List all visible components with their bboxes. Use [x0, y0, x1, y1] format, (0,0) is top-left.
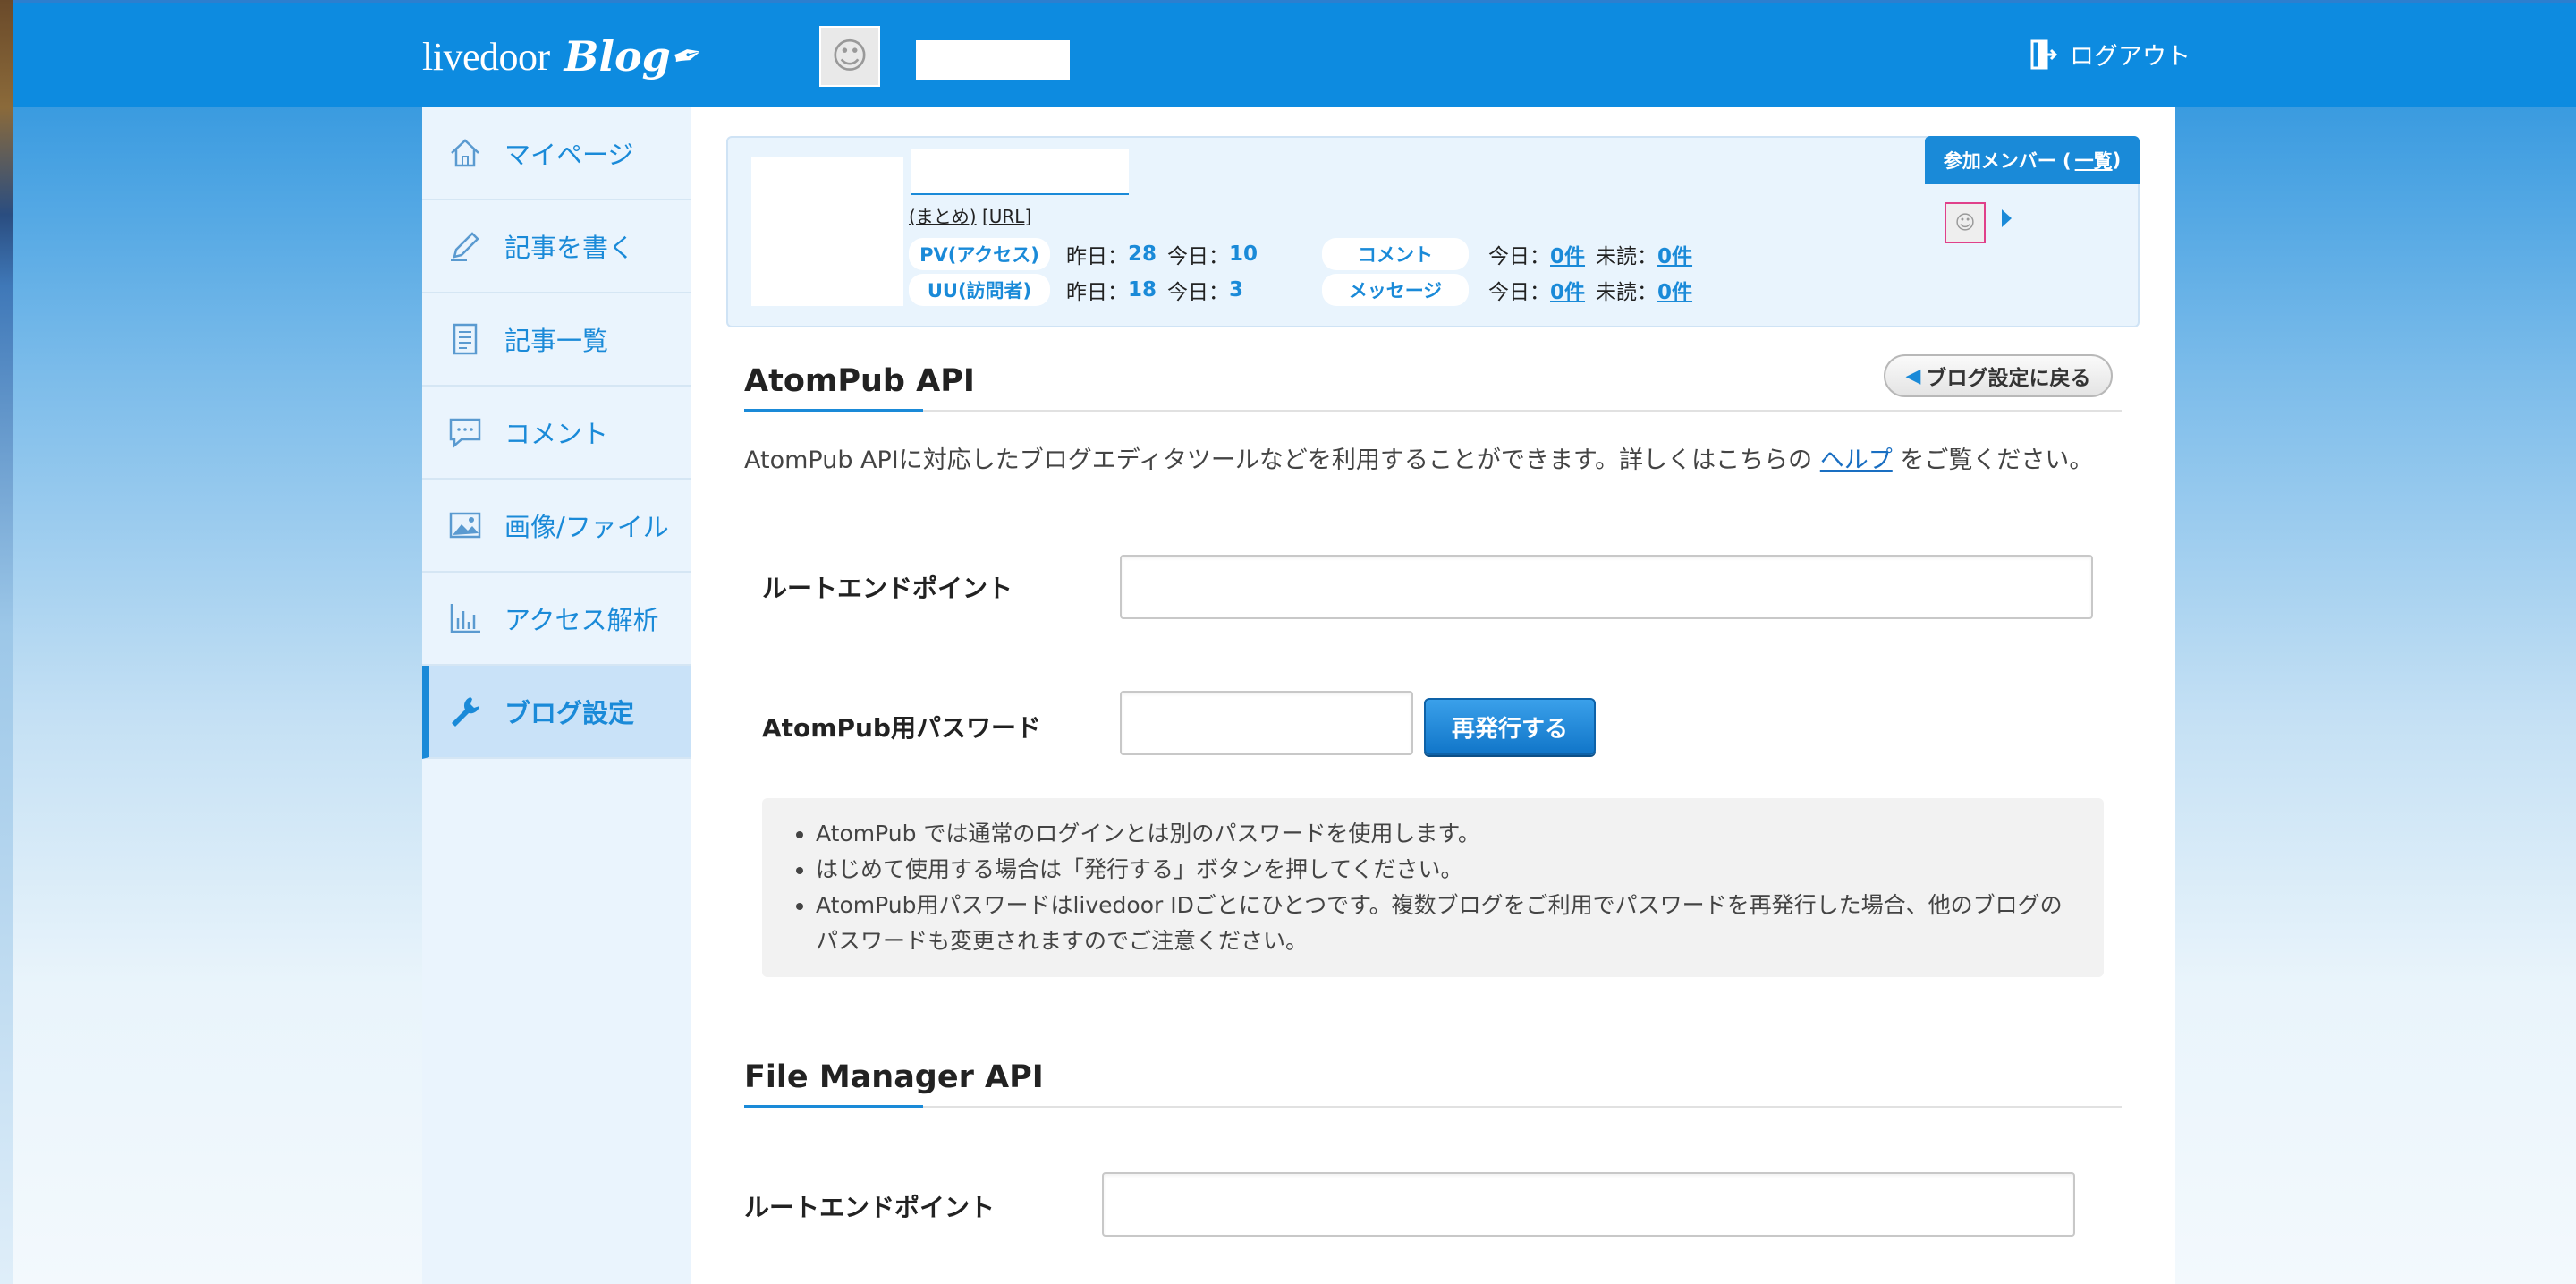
uu-label: UU(訪問者): [909, 274, 1050, 306]
note-item: AtomPub用パスワードはlivedoor IDごとにひとつです。複数ブログを…: [816, 888, 2077, 959]
blog-info-box: (まとめ) [URL] PV(アクセス) 昨日： 28 今日： 10 UU(訪問…: [726, 136, 2140, 327]
matome-link[interactable]: (まとめ): [909, 206, 977, 227]
message-label: メッセージ: [1322, 274, 1469, 306]
sidebar-item-write[interactable]: 記事を書く: [422, 200, 691, 293]
message-today-link[interactable]: 0件: [1550, 275, 1585, 305]
blog-thumbnail[interactable]: [751, 157, 903, 306]
uu-yesterday: 18: [1128, 278, 1157, 302]
filemanager-divider: [744, 1105, 2122, 1108]
comment-icon: [445, 412, 485, 452]
comment-label: コメント: [1322, 238, 1469, 270]
home-icon: [445, 133, 485, 173]
uu-stat-row: UU(訪問者) 昨日： 18 今日： 3: [909, 274, 1243, 306]
document-list-icon: [445, 319, 485, 359]
pv-label: PV(アクセス): [909, 238, 1050, 270]
feather-icon: ✒: [667, 32, 708, 81]
note-item: AtomPub では通常のログインとは別のパスワードを使用します。: [816, 816, 2077, 852]
user-avatar[interactable]: ☺: [819, 26, 880, 87]
atompub-root-endpoint-field[interactable]: [1120, 555, 2093, 619]
comment-stat-row: コメント 今日： 0件 未読： 0件: [1322, 238, 1692, 270]
filemanager-root-endpoint-label: ルートエンドポイント: [744, 1193, 996, 1222]
logout-icon: [2030, 38, 2058, 71]
sidebar-item-articles[interactable]: 記事一覧: [422, 293, 691, 387]
atompub-title: AtomPub API: [744, 363, 975, 399]
sidebar-item-analytics[interactable]: アクセス解析: [422, 573, 691, 666]
bar-chart-icon: [445, 599, 485, 638]
url-link[interactable]: [URL]: [982, 206, 1031, 227]
pv-yesterday: 28: [1128, 242, 1157, 266]
sidebar: マイページ 記事を書く 記事一覧 コメント 画像/ファイル アクセス解析 ブログ…: [422, 107, 691, 1284]
atompub-password-label: AtomPub用パスワード: [762, 713, 1041, 743]
atompub-description: AtomPub APIに対応したブログエディタツールなどを利用することができます…: [744, 446, 2094, 474]
uu-today: 3: [1229, 278, 1244, 302]
livedoor-blog-logo[interactable]: livedoor Blog ✒: [422, 28, 708, 85]
desktop-edge: [0, 0, 13, 1284]
help-link[interactable]: ヘルプ: [1820, 446, 1893, 474]
message-stat-row: メッセージ 今日： 0件 未読： 0件: [1322, 274, 1692, 306]
members-list-link[interactable]: 一覧: [2075, 147, 2113, 174]
filemanager-title: File Manager API: [744, 1059, 1044, 1095]
pv-today: 10: [1229, 242, 1258, 266]
pv-stat-row: PV(アクセス) 昨日： 28 今日： 10: [909, 238, 1258, 270]
message-unread-link[interactable]: 0件: [1657, 275, 1692, 305]
arrow-left-icon: ◀: [1905, 364, 1921, 387]
members-tab: 参加メンバー ( 一覧 ): [1925, 136, 2140, 184]
back-to-blog-settings-button[interactable]: ◀ ブログ設定に戻る: [1884, 354, 2113, 397]
blog-links: (まとめ) [URL]: [909, 202, 1031, 228]
logout-button[interactable]: ログアウト: [2030, 37, 2190, 72]
sidebar-item-comments[interactable]: コメント: [422, 387, 691, 480]
pen-icon: [445, 226, 485, 266]
sidebar-item-images[interactable]: 画像/ファイル: [422, 480, 691, 573]
members-next-arrow-icon[interactable]: [2002, 209, 2012, 227]
user-name-box[interactable]: [916, 40, 1070, 80]
member-avatar[interactable]: ☺: [1945, 202, 1986, 243]
filemanager-root-endpoint-field[interactable]: [1102, 1172, 2075, 1237]
comment-today-link[interactable]: 0件: [1550, 239, 1585, 269]
top-header: livedoor Blog ✒ ☺ ログアウト: [13, 0, 2576, 107]
comment-unread-link[interactable]: 0件: [1657, 239, 1692, 269]
atompub-password-field[interactable]: [1120, 691, 1413, 755]
wrench-icon: [445, 692, 485, 731]
note-item: はじめて使用する場合は「発行する」ボタンを押してください。: [816, 852, 2077, 888]
atompub-root-endpoint-label: ルートエンドポイント: [762, 574, 1013, 603]
atompub-notes: AtomPub では通常のログインとは別のパスワードを使用します。 はじめて使用…: [762, 798, 2104, 977]
sidebar-item-blog-settings[interactable]: ブログ設定: [422, 666, 691, 759]
image-icon: [445, 506, 485, 545]
blog-title-box[interactable]: [911, 149, 1129, 195]
reissue-password-button[interactable]: 再発行する: [1424, 698, 1596, 755]
sidebar-item-mypage[interactable]: マイページ: [422, 107, 691, 200]
atompub-divider: [744, 409, 2122, 412]
